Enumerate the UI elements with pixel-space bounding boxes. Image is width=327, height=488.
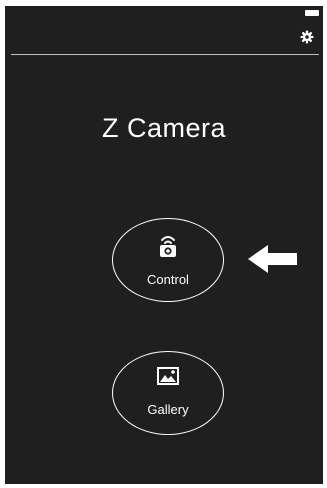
app-title: Z Camera <box>101 113 227 143</box>
app-screen: Z Camera Control Gallery <box>5 6 323 484</box>
header-divider <box>11 54 319 55</box>
left-arrow-icon <box>248 245 297 273</box>
control-button[interactable]: Control <box>112 218 224 302</box>
image-icon <box>157 367 179 385</box>
control-label: Control <box>147 272 189 287</box>
gear-icon[interactable] <box>300 30 314 44</box>
gallery-label: Gallery <box>147 402 189 417</box>
gallery-button[interactable]: Gallery <box>112 351 224 435</box>
battery-icon <box>305 10 319 16</box>
remote-camera-icon <box>160 236 176 257</box>
